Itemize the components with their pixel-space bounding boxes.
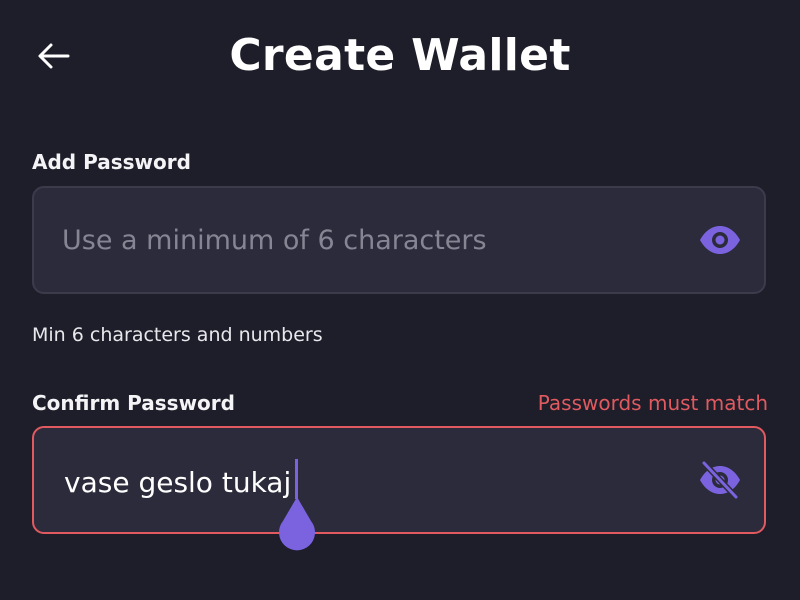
password-hint: Min 6 characters and numbers [32,324,323,346]
cursor-drag-handle[interactable] [277,497,317,551]
add-password-label: Add Password [32,150,191,174]
confirm-password-field[interactable]: vase geslo tukaj [32,426,766,534]
page-title: Create Wallet [229,30,571,81]
password-input[interactable] [62,188,672,292]
text-cursor [295,459,298,499]
password-visibility-toggle[interactable] [698,222,742,262]
eye-off-icon [698,460,742,503]
confirm-visibility-toggle[interactable] [698,460,742,503]
confirm-password-label: Confirm Password [32,391,235,415]
eye-icon [698,225,742,259]
confirm-password-input[interactable]: vase geslo tukaj [64,466,291,499]
error-message: Passwords must match [537,391,768,415]
password-field[interactable] [32,186,766,294]
